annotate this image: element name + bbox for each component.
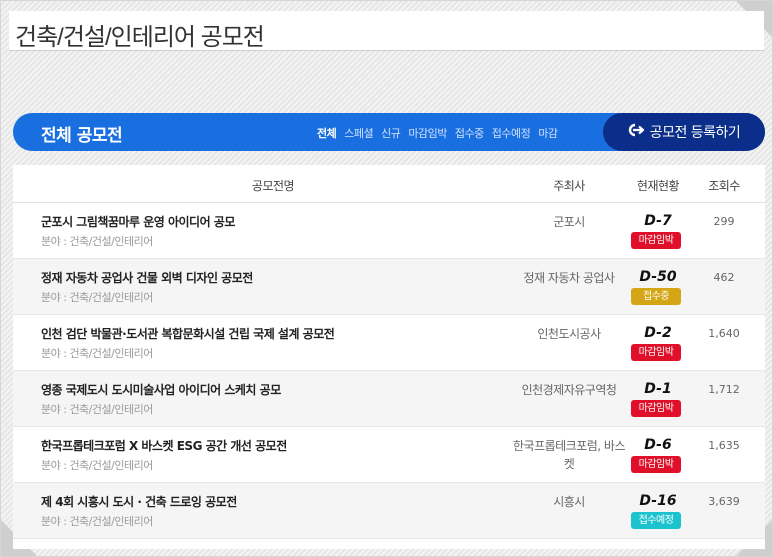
status-filter-nav: 전체 스페셜 신규 마감임박 접수중 접수예정 마감 xyxy=(317,125,565,141)
view-count: 1,712 xyxy=(708,383,740,396)
contest-host: 시흥시 xyxy=(553,495,585,509)
contest-name-link[interactable]: 인천 검단 박물관·도서관 복합문화시설 건립 국제 설계 공모전 xyxy=(41,325,335,342)
contest-name-link[interactable]: 제 4회 시흥시 도시 · 건축 드로잉 공모전 xyxy=(41,493,237,510)
filter-open[interactable]: 접수중 xyxy=(455,125,484,141)
d-day: D-6 xyxy=(644,437,672,453)
d-day: D-16 xyxy=(639,493,677,509)
column-header-views: 조회수 xyxy=(708,179,740,193)
register-arrow-icon xyxy=(628,123,645,141)
status-badge: 접수중 xyxy=(631,288,681,305)
contest-host: 군포시 xyxy=(553,215,585,229)
view-count: 462 xyxy=(713,271,735,284)
table-row[interactable]: 군포시 그림책꿈마루 운영 아이디어 공모 분야 : 건축/건설/인테리어 군포… xyxy=(13,203,765,259)
table-row[interactable]: 한국프롭테크포럼 X 바스켓 ESG 공간 개선 공모전 분야 : 건축/건설/… xyxy=(13,427,765,483)
status-badge: 마감임박 xyxy=(631,456,681,473)
table-row[interactable]: 제 4회 시흥시 도시 · 건축 드로잉 공모전 분야 : 건축/건설/인테리어… xyxy=(13,483,765,539)
filter-closed[interactable]: 마감 xyxy=(538,125,558,141)
contest-field: 분야 : 건축/건설/인테리어 xyxy=(41,403,153,416)
filter-special[interactable]: 스페셜 xyxy=(344,125,373,141)
contest-field: 분야 : 건축/건설/인테리어 xyxy=(41,235,153,248)
status-badge: 접수예정 xyxy=(631,512,681,529)
d-day: D-1 xyxy=(644,381,672,397)
d-day: D-7 xyxy=(644,213,672,229)
column-header-name: 공모전명 xyxy=(251,179,295,193)
view-count: 1,640 xyxy=(708,327,740,340)
section-header-bar: 전체 공모전 전체 스페셜 신규 마감임박 접수중 접수예정 마감 공모전 등록… xyxy=(13,113,765,151)
section-title: 전체 공모전 xyxy=(41,126,123,146)
title-bar: 건축/건설/인테리어 공모전 xyxy=(9,11,764,51)
view-count: 3,639 xyxy=(708,495,740,508)
contest-field: 분야 : 건축/건설/인테리어 xyxy=(41,291,153,304)
status-badge: 마감임박 xyxy=(631,232,681,249)
table-row[interactable]: 정재 자동차 공업사 건물 외벽 디자인 공모전 분야 : 건축/건설/인테리어… xyxy=(13,259,765,315)
contest-host: 인천경제자유구역청 xyxy=(521,383,617,397)
table-header: 공모전명 주최사 현재현황 조회수 xyxy=(13,165,765,203)
contest-field: 분야 : 건축/건설/인테리어 xyxy=(41,459,153,472)
page-title: 건축/건설/인테리어 공모전 xyxy=(15,24,265,51)
contest-table: 공모전명 주최사 현재현황 조회수 군포시 그림책꿈마루 운영 아이디어 공모 … xyxy=(13,165,765,549)
page-frame: 건축/건설/인테리어 공모전 전체 공모전 전체 스페셜 신규 마감임박 접수중… xyxy=(0,0,773,557)
filter-upcoming[interactable]: 접수예정 xyxy=(492,125,531,141)
view-count: 299 xyxy=(713,215,735,228)
contest-field: 분야 : 건축/건설/인테리어 xyxy=(41,515,153,528)
contest-name-link[interactable]: 정재 자동차 공업사 건물 외벽 디자인 공모전 xyxy=(41,269,253,286)
contest-host: 한국프롭테크포럼, 바스켓 xyxy=(512,439,626,471)
register-contest-button[interactable]: 공모전 등록하기 xyxy=(603,113,765,151)
contest-name-link[interactable]: 한국프롭테크포럼 X 바스켓 ESG 공간 개선 공모전 xyxy=(41,437,287,454)
status-badge: 마감임박 xyxy=(631,400,681,417)
contest-field: 분야 : 건축/건설/인테리어 xyxy=(41,347,153,360)
contest-host: 인천도시공사 xyxy=(537,327,601,341)
contest-name-link[interactable]: 군포시 그림책꿈마루 운영 아이디어 공모 xyxy=(41,213,235,230)
status-badge: 마감임박 xyxy=(631,344,681,361)
contest-host: 정재 자동차 공업사 xyxy=(523,271,615,285)
filter-all[interactable]: 전체 xyxy=(317,125,337,141)
view-count: 1,635 xyxy=(708,439,740,452)
filter-new[interactable]: 신규 xyxy=(381,125,401,141)
table-row[interactable]: 인천 검단 박물관·도서관 복합문화시설 건립 국제 설계 공모전 분야 : 건… xyxy=(13,315,765,371)
column-header-status: 현재현황 xyxy=(636,179,680,193)
table-row[interactable]: 영종 국제도시 도시미술사업 아이디어 스케치 공모 분야 : 건축/건설/인테… xyxy=(13,371,765,427)
d-day: D-50 xyxy=(639,269,677,285)
d-day: D-2 xyxy=(644,325,672,341)
column-header-host: 주최사 xyxy=(553,179,585,193)
filter-closing-soon[interactable]: 마감임박 xyxy=(408,125,447,141)
register-label: 공모전 등록하기 xyxy=(649,125,741,141)
contest-name-link[interactable]: 영종 국제도시 도시미술사업 아이디어 스케치 공모 xyxy=(41,381,281,398)
